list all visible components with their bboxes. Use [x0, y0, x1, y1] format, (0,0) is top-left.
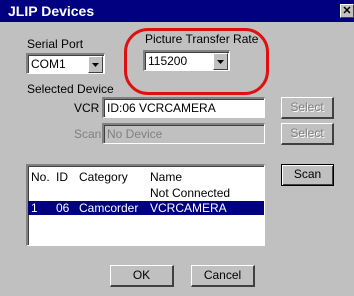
- column-header-id[interactable]: ID: [56, 170, 68, 184]
- list-item[interactable]: Not Connected: [28, 186, 264, 200]
- chevron-down-icon: [217, 60, 224, 64]
- ok-button[interactable]: OK: [110, 265, 174, 287]
- device-list[interactable]: No. ID Category Name Not Connected 1 06 …: [26, 164, 265, 246]
- vcr-select-button[interactable]: Select: [281, 97, 334, 119]
- list-header: No. ID Category Name: [28, 170, 264, 184]
- row-no: 1: [31, 201, 38, 215]
- window-title: JLIP Devices: [8, 3, 95, 19]
- transfer-rate-combo[interactable]: 115200: [143, 50, 230, 71]
- serial-port-value: COM1: [31, 57, 66, 71]
- scan-device-field[interactable]: No Device: [102, 123, 265, 144]
- column-header-category[interactable]: Category: [79, 170, 128, 184]
- vcr-device-value: ID:06 VCRCAMERA: [107, 101, 216, 115]
- row-name: Not Connected: [150, 186, 231, 200]
- close-icon: ✕: [342, 5, 352, 17]
- column-header-no[interactable]: No.: [31, 170, 50, 184]
- column-header-name[interactable]: Name: [150, 170, 182, 184]
- vcr-label: VCR: [74, 101, 100, 115]
- scan-label: Scan: [74, 127, 102, 141]
- transfer-rate-label: Picture Transfer Rate: [145, 32, 259, 46]
- serial-port-combo[interactable]: COM1: [26, 53, 105, 74]
- serial-port-label: Serial Port: [27, 37, 84, 51]
- row-id: 06: [56, 201, 70, 215]
- vcr-device-field[interactable]: ID:06 VCRCAMERA: [102, 97, 265, 118]
- selected-device-label: Selected Device: [27, 82, 114, 96]
- row-name: VCRCAMERA: [150, 201, 227, 215]
- scan-device-value: No Device: [107, 127, 163, 141]
- chevron-down-icon: [92, 63, 99, 67]
- transfer-rate-dropdown-button[interactable]: [213, 53, 228, 70]
- transfer-rate-value: 115200: [148, 54, 188, 68]
- scan-select-button[interactable]: Select: [281, 123, 334, 145]
- cancel-button[interactable]: Cancel: [191, 265, 255, 287]
- row-category: Camcorder: [79, 201, 139, 215]
- serial-port-dropdown-button[interactable]: [88, 56, 103, 73]
- list-item-selected[interactable]: 1 06 Camcorder VCRCAMERA: [28, 201, 264, 215]
- scan-button[interactable]: Scan: [281, 164, 334, 186]
- title-bar: JLIP Devices ✕: [0, 0, 354, 22]
- jlip-devices-dialog: JLIP Devices ✕ Serial Port COM1 Picture …: [0, 0, 354, 296]
- close-button[interactable]: ✕: [340, 4, 354, 18]
